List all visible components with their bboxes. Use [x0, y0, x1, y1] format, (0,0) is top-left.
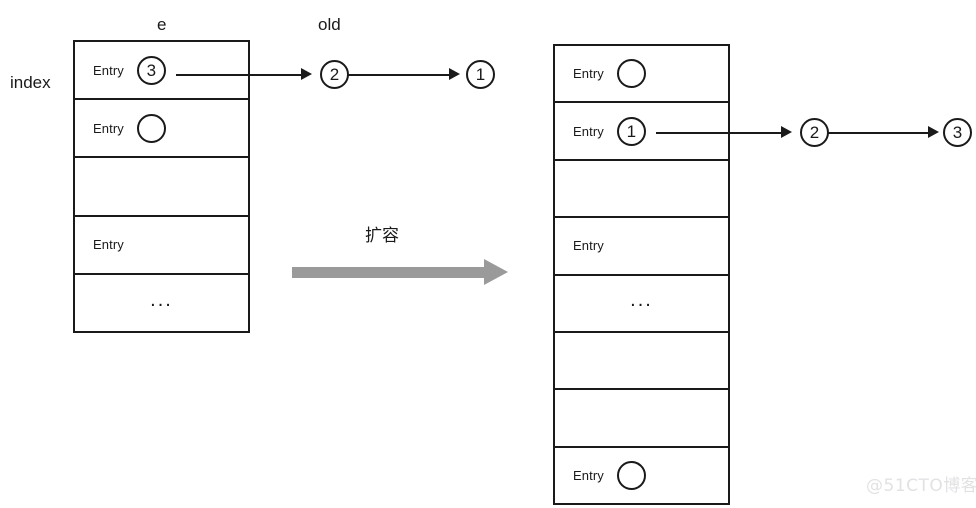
old-bucket-row-node: 3 — [136, 55, 166, 85]
left-chain-node-1: 1 — [466, 60, 495, 89]
transform-arrow-head — [484, 259, 508, 285]
new-bucket-row-label: Entry — [573, 66, 604, 82]
pointer-e-label: e — [157, 15, 167, 34]
new-bucket-row-node: 1 — [616, 116, 646, 146]
old-bucket-row: ... — [75, 274, 248, 332]
right-chain-arrowhead-2 — [928, 126, 939, 138]
right-chain-node-2: 2 — [800, 118, 829, 147]
right-chain-node-2-label: 2 — [809, 123, 820, 142]
old-bucket-row-node — [136, 113, 166, 143]
left-chain-arrowhead-2 — [449, 68, 460, 80]
transform-label: 扩容 — [365, 226, 399, 246]
new-bucket-row-label: Entry — [573, 238, 604, 254]
left-chain-line-2 — [348, 74, 452, 76]
old-bucket-row: Entry 3 — [75, 42, 248, 101]
old-bucket-row: Entry — [75, 100, 248, 159]
new-bucket-row: Entry — [555, 46, 728, 104]
index-label: index — [10, 73, 51, 92]
new-bucket-row-ellipsis: ... — [630, 289, 653, 312]
left-chain-arrowhead-1 — [301, 68, 312, 80]
new-bucket-row: Entry — [555, 447, 728, 503]
left-chain-node-2: 2 — [320, 60, 349, 89]
old-bucket-row-ellipsis: ... — [150, 288, 173, 311]
new-bucket-row-label: Entry — [573, 467, 604, 483]
right-chain-node-3-label: 3 — [952, 123, 963, 142]
right-chain-node-3: 3 — [943, 118, 972, 147]
new-bucket-row: ... — [555, 275, 728, 333]
new-bucket-row-node — [616, 59, 646, 89]
new-bucket-row-node — [616, 460, 646, 490]
diagram-canvas: index e old Entry 3 Entry Entry... 2 1 扩容 E… — [0, 0, 976, 508]
right-chain-line-2 — [828, 132, 931, 134]
pointer-old-label: old — [318, 15, 341, 34]
right-chain-line-1 — [656, 132, 784, 134]
old-bucket-row — [75, 158, 248, 217]
old-bucket-row-label: Entry — [93, 120, 124, 136]
new-bucket-row — [555, 390, 728, 448]
new-bucket-row: Entry — [555, 218, 728, 276]
left-chain-line-1 — [176, 74, 304, 76]
old-bucket-row: Entry — [75, 216, 248, 275]
old-bucket-row-label: Entry — [93, 237, 124, 253]
transform-arrow-shaft — [292, 267, 484, 278]
old-bucket-array: Entry 3 Entry Entry... — [73, 40, 250, 333]
new-bucket-row — [555, 332, 728, 391]
old-bucket-row-label: Entry — [93, 62, 124, 78]
new-bucket-row — [555, 160, 728, 219]
new-bucket-array: Entry Entry 1 Entry... Entry — [553, 44, 730, 505]
new-bucket-row-label: Entry — [573, 123, 604, 139]
left-chain-node-2-label: 2 — [329, 65, 340, 84]
right-chain-arrowhead-1 — [781, 126, 792, 138]
watermark: @51CTO博客 — [866, 476, 976, 496]
left-chain-node-1-label: 1 — [475, 65, 486, 84]
